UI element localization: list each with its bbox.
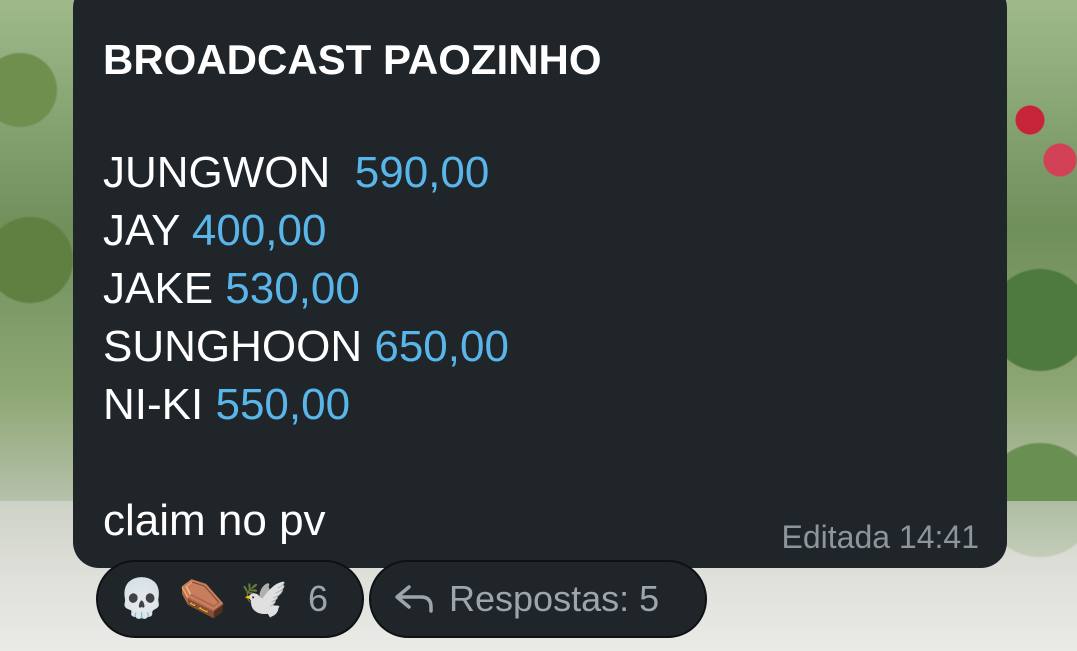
skull-emoji-icon[interactable]: 💀	[118, 580, 165, 618]
price-entry-sunghoon: SUNGHOON 650,00	[103, 318, 977, 376]
reaction-count: 6	[307, 578, 329, 619]
price-value: 550,00	[215, 380, 351, 429]
member-name: NI-KI	[103, 380, 204, 429]
coffin-emoji-icon[interactable]: ⚰️	[179, 580, 226, 618]
member-name: JUNGWON	[103, 148, 331, 197]
price-value: 590,00	[354, 148, 490, 197]
message-bubble[interactable]: BROADCAST PAOZINHO JUNGWON 590,00 JAY 40…	[73, 0, 1007, 568]
message-title: BROADCAST PAOZINHO	[103, 36, 602, 83]
replies-label: Respostas: 5	[449, 578, 660, 619]
edited-timestamp: Editada 14:41	[781, 519, 980, 555]
reply-arrow-icon	[393, 583, 435, 615]
price-entry-niki: NI-KI 550,00	[103, 376, 977, 434]
member-name: JAY	[103, 206, 180, 255]
message-footer-text: claim no pv	[103, 496, 326, 545]
reactions-pill[interactable]: 💀 ⚰️ 🕊️ 6	[96, 560, 364, 638]
price-value: 530,00	[225, 264, 360, 313]
price-value: 400,00	[191, 206, 327, 255]
replies-button[interactable]: Respostas: 5	[369, 560, 707, 638]
member-name: JAKE	[103, 264, 214, 313]
price-value: 650,00	[374, 322, 509, 371]
dove-emoji-icon[interactable]: 🕊️	[241, 580, 288, 618]
price-entry-jake: JAKE 530,00	[103, 260, 977, 318]
price-entry-jay: JAY 400,00	[103, 202, 977, 260]
member-name: SUNGHOON	[103, 322, 363, 371]
price-entry-jungwon: JUNGWON 590,00	[103, 144, 977, 202]
